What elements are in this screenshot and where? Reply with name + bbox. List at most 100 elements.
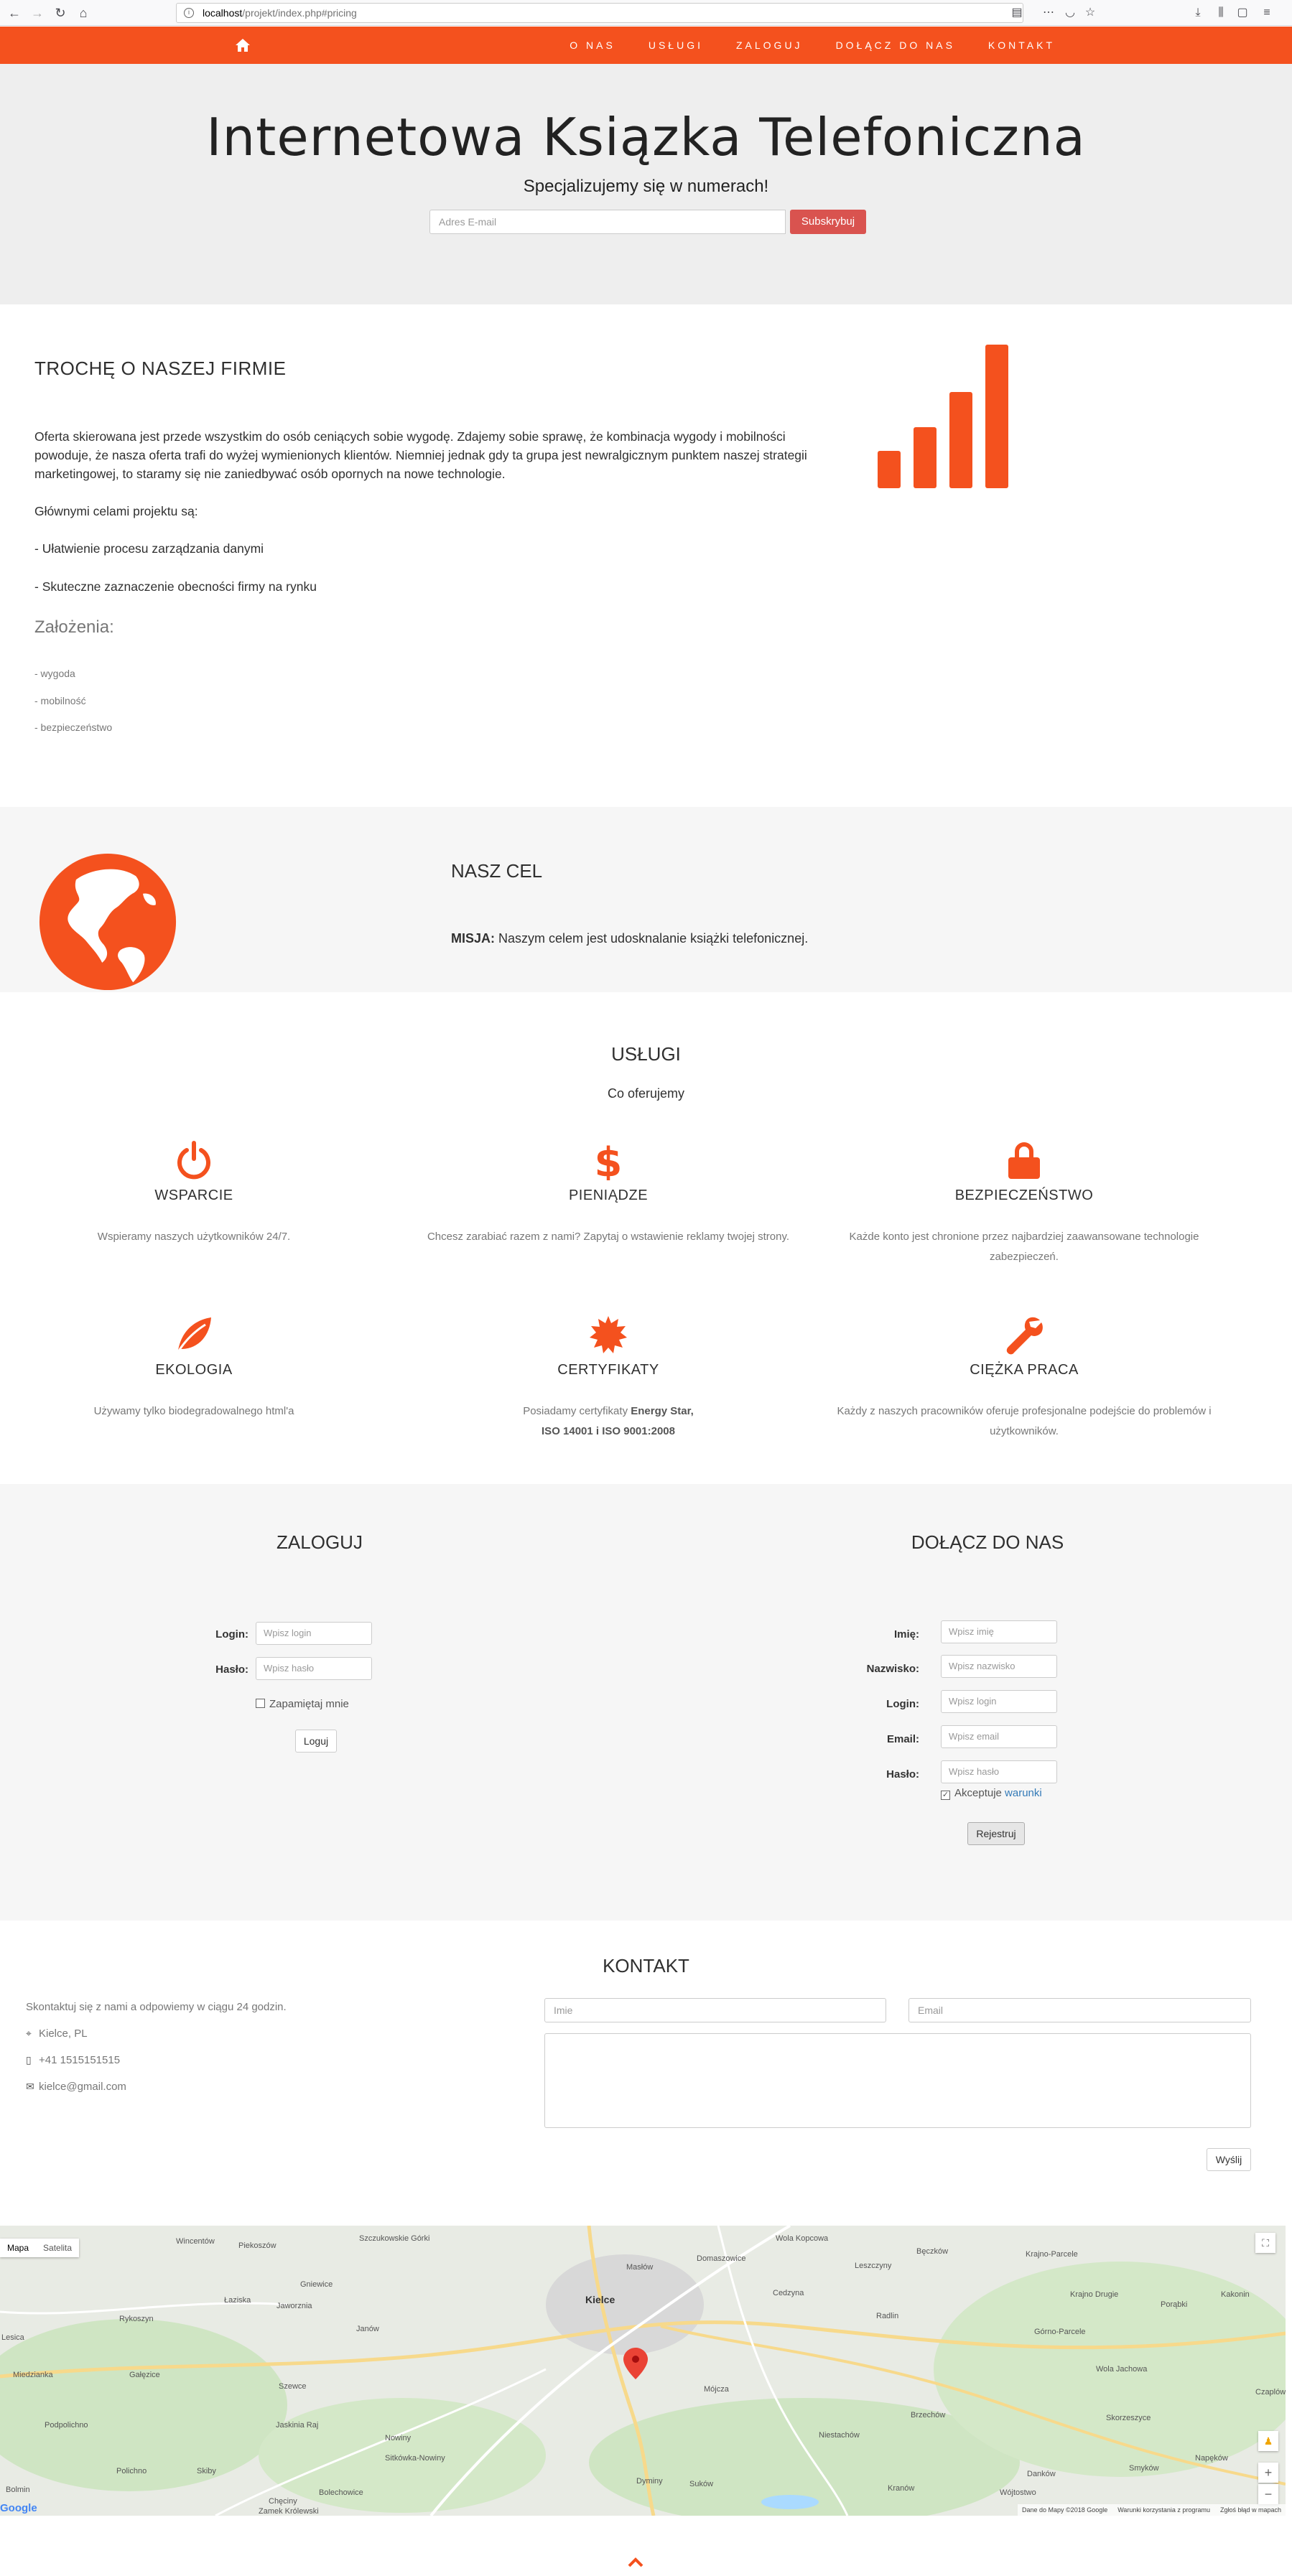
reader-view-icon[interactable]: ▤: [1008, 4, 1026, 22]
register-login-input[interactable]: Wpisz login: [941, 1690, 1057, 1713]
map-place-label: Brzechów: [911, 2411, 946, 2419]
map-marker-icon: ⌖: [26, 2027, 32, 2039]
scroll-top-chevron-icon[interactable]: [627, 2556, 644, 2567]
map-place-label: Kakonin: [1221, 2290, 1250, 2299]
svg-text:$: $: [595, 1140, 623, 1180]
leaf-icon: [177, 1317, 211, 1353]
contact-phone: ▯ +41 1515151515: [26, 2054, 120, 2066]
zoom-in-icon[interactable]: +: [1258, 2463, 1278, 2483]
pocket-icon[interactable]: ◡: [1061, 4, 1079, 22]
mission-label: MISJA:: [451, 931, 496, 946]
map-place-label: Napęków: [1195, 2454, 1228, 2463]
service-title: EKOLOGIA: [155, 1362, 233, 1378]
address-bar[interactable]: i localhost/projekt/index.php#pricing: [176, 3, 1023, 23]
service-card: EKOLOGIA Używamy tylko biodegradowalnego…: [0, 1315, 395, 1422]
globe-icon: [39, 853, 177, 991]
sidebar-icon[interactable]: ▢: [1234, 4, 1251, 22]
map-place-label: Mójcza: [704, 2385, 729, 2394]
hero-section: Internetowa Ksiązka Telefoniczna Specjal…: [0, 64, 1292, 304]
register-email-input[interactable]: Wpisz email: [941, 1725, 1057, 1748]
library-icon[interactable]: ⫼: [1212, 4, 1230, 22]
certificate-icon: [590, 1316, 627, 1353]
cert-bold-1: Energy Star,: [631, 1405, 694, 1417]
nav-link-o-nas[interactable]: O NAS: [570, 39, 615, 51]
zoom-out-icon[interactable]: −: [1258, 2484, 1278, 2504]
contact-location: ⌖ Kielce, PL: [26, 2027, 88, 2040]
subscribe-button[interactable]: Subskrybuj: [790, 210, 866, 234]
map-tab-satellite[interactable]: Satelita: [36, 2239, 79, 2257]
site-navbar: O NAS USŁUGI ZALOGUJ DOŁĄCZ DO NAS KONTA…: [0, 27, 1292, 64]
register-heading: DOŁĄCZ DO NAS: [911, 1531, 1064, 1553]
register-password-input[interactable]: Wpisz hasło: [941, 1760, 1057, 1783]
goal-item: - Ułatwienie procesu zarządzania danymi: [34, 541, 264, 556]
map-report-link[interactable]: Zgłoś błąd w mapach: [1220, 2504, 1281, 2516]
contact-intro: Skontaktuj się z nami a odpowiemy w ciąg…: [26, 2001, 287, 2013]
map-place-label: Masłów: [626, 2263, 654, 2272]
service-card: CERTYFIKATY Posiadamy certyfikaty Energy…: [407, 1315, 809, 1442]
nav-link-kontakt[interactable]: KONTAKT: [988, 39, 1055, 51]
map-place-label: Chęciny: [269, 2497, 297, 2506]
map-place-label: Nowiny: [385, 2434, 412, 2442]
service-desc: Posiadamy certyfikaty Energy Star, ISO 14…: [407, 1401, 809, 1442]
cert-bold-2: ISO 14001 i ISO 9001:2008: [542, 1425, 675, 1437]
site-info-icon[interactable]: i: [184, 8, 194, 18]
contact-email-input[interactable]: Email: [908, 1998, 1251, 2022]
map-place-label: Skiby: [197, 2467, 216, 2475]
forward-icon[interactable]: →: [27, 3, 47, 23]
map-place-label: Wójtostwo: [1000, 2488, 1036, 2497]
home-icon[interactable]: [234, 37, 251, 54]
map-place-label: Bolmin: [6, 2486, 30, 2494]
bookmark-star-icon[interactable]: ☆: [1082, 4, 1099, 22]
service-desc: Każdy z naszych pracowników oferuje prof…: [837, 1405, 1212, 1437]
map-place-label: Piekoszów: [238, 2241, 276, 2250]
nav-link-zaloguj[interactable]: ZALOGUJ: [736, 39, 803, 51]
checkbox-box[interactable]: [256, 1699, 265, 1708]
register-button[interactable]: Rejestruj: [967, 1822, 1025, 1845]
page-actions-icon[interactable]: ⋯: [1040, 4, 1057, 22]
nav-link-uslugi[interactable]: USŁUGI: [649, 39, 703, 51]
terms-link[interactable]: warunki: [1005, 1787, 1042, 1799]
accept-terms-checkbox[interactable]: ✓ Akceptuje warunki: [941, 1787, 1042, 1800]
subscribe-email-input[interactable]: Adres E-mail: [429, 210, 786, 234]
map-type-tabs: Mapa Satelita: [0, 2239, 80, 2257]
download-icon[interactable]: ⤓: [1189, 4, 1207, 22]
subscribe-form: Adres E-mail Subskrybuj: [429, 210, 866, 234]
phone-icon: ▯: [26, 2054, 32, 2066]
google-map[interactable]: Mapa Satelita ⛶ ♟ + − Kielce Wincentów P…: [0, 2226, 1286, 2516]
map-terms-link[interactable]: Warunki korzystania z programu: [1117, 2504, 1210, 2516]
nav-link-dolacz[interactable]: DOŁĄCZ DO NAS: [836, 39, 955, 51]
checkbox-checked-icon[interactable]: ✓: [941, 1791, 950, 1800]
nav-links: O NAS USŁUGI ZALOGUJ DOŁĄCZ DO NAS KONTA…: [570, 27, 1055, 64]
signal-bars-icon: [878, 345, 1008, 488]
send-button[interactable]: Wyślij: [1207, 2148, 1251, 2171]
about-heading: TROCHĘ O NASZEJ FIRMIE: [34, 358, 287, 379]
map-footer: Dane do Mapy ©2018 Google Warunki korzys…: [1018, 2504, 1286, 2516]
first-name-input[interactable]: Wpisz imię: [941, 1620, 1057, 1643]
map-place-label: Jaworznia: [276, 2302, 312, 2310]
last-name-input[interactable]: Wpisz nazwisko: [941, 1655, 1057, 1678]
url-host: localhost: [203, 7, 243, 19]
map-place-label: Bęczków: [916, 2247, 949, 2256]
home-browser-icon[interactable]: ⌂: [73, 3, 93, 23]
envelope-icon: ✉: [26, 2081, 34, 2092]
map-tab-map[interactable]: Mapa: [0, 2239, 36, 2257]
reload-icon[interactable]: ↻: [50, 3, 70, 23]
service-desc: Używamy tylko biodegradowalnego html'a: [93, 1405, 294, 1417]
map-place-label: Polichno: [116, 2467, 147, 2475]
pegman-icon[interactable]: ♟: [1258, 2431, 1278, 2451]
service-desc: Każde konto jest chronione przez najbard…: [849, 1231, 1199, 1263]
service-title: PIENIĄDZE: [568, 1187, 649, 1203]
map-place-label: Skorzeszyce: [1106, 2414, 1151, 2422]
password-input[interactable]: Wpisz hasło: [256, 1657, 372, 1680]
power-icon: [177, 1141, 210, 1180]
fullscreen-icon[interactable]: ⛶: [1255, 2233, 1275, 2253]
menu-icon[interactable]: ≡: [1258, 4, 1275, 22]
map-place-label: Górno-Parcele: [1034, 2328, 1086, 2336]
login-button[interactable]: Loguj: [295, 1730, 337, 1753]
contact-message-textarea[interactable]: [544, 2033, 1251, 2128]
login-label: Login:: [215, 1628, 248, 1641]
back-icon[interactable]: ←: [4, 3, 24, 23]
contact-name-input[interactable]: Imie: [544, 1998, 886, 2022]
remember-me-checkbox[interactable]: Zapamiętaj mnie: [256, 1698, 349, 1710]
login-input[interactable]: Wpisz login: [256, 1622, 372, 1645]
